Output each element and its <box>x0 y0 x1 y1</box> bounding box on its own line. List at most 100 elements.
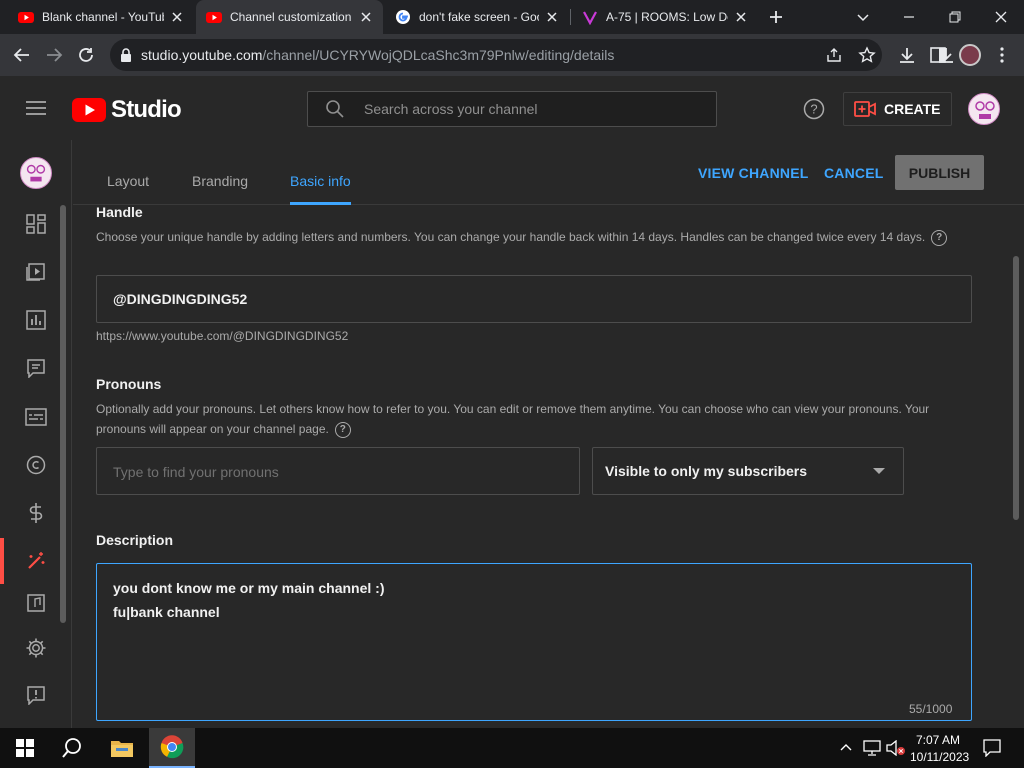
rail-scrollbar[interactable] <box>60 205 66 623</box>
copyright-icon <box>26 455 46 475</box>
reload-icon <box>79 48 93 62</box>
active-tab-indicator <box>290 202 351 205</box>
account-avatar[interactable] <box>968 93 1000 125</box>
share-icon[interactable] <box>826 47 842 63</box>
comment-icon <box>27 359 45 378</box>
tab-divider <box>570 9 571 25</box>
hamburger-menu-icon[interactable] <box>25 100 47 116</box>
tab-layout[interactable]: Layout <box>107 173 149 189</box>
search-icon <box>326 100 344 118</box>
browser-tab-google-search[interactable]: don't fake screen - Goo <box>385 0 569 34</box>
close-icon <box>995 11 1007 23</box>
pronouns-placeholder: Type to find your pronouns <box>113 464 279 480</box>
description-line-1: you dont know me or my main channel :) <box>113 580 385 596</box>
profile-avatar[interactable] <box>959 44 981 66</box>
new-tab-button[interactable] <box>754 0 798 34</box>
handle-value[interactable]: @DINGDINGDING52 <box>113 291 247 307</box>
handle-help-icon[interactable]: ? <box>931 229 948 246</box>
plus-icon <box>770 11 782 23</box>
file-explorer-button[interactable] <box>99 728 145 768</box>
reload-button[interactable] <box>70 39 102 71</box>
arrow-right-icon <box>47 48 63 62</box>
view-channel-button[interactable]: VIEW CHANNEL <box>698 165 809 181</box>
more-vert-icon[interactable] <box>998 46 1006 64</box>
create-label: CREATE <box>884 101 941 117</box>
browser-tab-title: don't fake screen - Goo <box>419 10 539 24</box>
chevron-up-icon[interactable] <box>840 742 852 754</box>
search-icon <box>62 738 81 758</box>
pronouns-help-icon[interactable]: ? <box>334 421 351 438</box>
pronouns-visibility-value: Visible to only my subscribers <box>605 463 808 479</box>
rail-item-settings[interactable] <box>0 625 72 671</box>
tab-branding[interactable]: Branding <box>192 173 248 189</box>
description-title: Description <box>96 532 174 548</box>
close-icon[interactable] <box>734 10 748 24</box>
close-icon[interactable] <box>359 10 373 24</box>
download-icon[interactable] <box>898 46 916 64</box>
restore-icon <box>949 11 961 23</box>
description-line-2: fu|bank channel <box>113 604 220 620</box>
restore-button[interactable] <box>932 0 978 34</box>
minimize-button[interactable] <box>886 0 932 34</box>
youtube-icon <box>206 12 222 23</box>
tab-search-button[interactable] <box>840 0 886 34</box>
folder-icon <box>111 741 133 757</box>
browser-tab-title: Blank channel - YouTub <box>42 10 164 24</box>
pronouns-helper-text: Optionally add your pronouns. Let others… <box>96 402 930 436</box>
publish-button[interactable]: PUBLISH <box>895 155 984 190</box>
chrome-taskbar-button[interactable] <box>149 728 195 768</box>
help-icon[interactable]: ? <box>803 98 825 120</box>
close-icon[interactable] <box>545 10 559 24</box>
forward-button[interactable] <box>38 39 70 71</box>
gear-icon <box>26 638 46 658</box>
svg-text:?: ? <box>810 102 817 117</box>
chevron-down-icon <box>857 14 869 22</box>
browser-tab-rooms[interactable]: A-75 | ROOMS: Low De <box>572 0 758 34</box>
star-icon[interactable] <box>858 46 876 64</box>
volume-muted-icon[interactable] <box>886 740 906 756</box>
channel-avatar[interactable] <box>20 157 52 189</box>
browser-tab-title: A-75 | ROOMS: Low De <box>606 10 728 24</box>
cancel-button[interactable]: CANCEL <box>824 165 884 181</box>
rail-item-feedback[interactable] <box>0 672 72 718</box>
close-icon[interactable] <box>170 10 184 24</box>
url-domain: studio.youtube.com <box>141 47 263 63</box>
search-placeholder: Search across your channel <box>364 101 538 117</box>
pronouns-title: Pronouns <box>96 376 162 392</box>
youtube-icon <box>18 12 34 23</box>
windows-icon <box>16 739 34 757</box>
clock-time[interactable]: 7:07 AM <box>916 733 960 747</box>
url-text[interactable]: studio.youtube.com/channel/UCYRYWojQDLca… <box>141 47 614 63</box>
lock-icon[interactable] <box>120 48 132 62</box>
browser-tab-channel-customization[interactable]: Channel customization <box>196 0 383 34</box>
clock-date[interactable]: 10/11/2023 <box>910 750 969 764</box>
magic-wand-icon <box>28 552 45 569</box>
back-button[interactable] <box>6 39 38 71</box>
site-icon <box>583 11 597 25</box>
tab-basic-info[interactable]: Basic info <box>290 173 351 189</box>
analytics-icon <box>26 310 46 330</box>
subtitles-icon <box>25 408 47 426</box>
handle-title: Handle <box>96 204 143 220</box>
handle-url: https://www.youtube.com/@DINGDINGDING52 <box>96 329 349 343</box>
url-path: /channel/UCYRYWojQDLcaShc3m79Pnlw/editin… <box>262 47 615 63</box>
browser-tab-blank-channel[interactable]: Blank channel - YouTub <box>8 0 194 34</box>
create-button[interactable]: CREATE <box>843 92 952 126</box>
browser-tab-title: Channel customization <box>230 10 352 24</box>
handle-helper: Choose your unique handle by adding lett… <box>96 227 976 247</box>
network-icon[interactable] <box>863 740 881 756</box>
feedback-icon <box>27 686 45 705</box>
dollar-icon <box>29 503 43 523</box>
side-panel-icon[interactable] <box>930 47 946 63</box>
close-window-button[interactable] <box>978 0 1024 34</box>
start-button[interactable] <box>2 728 48 768</box>
browser-tab-bar: Blank channel - YouTub Channel customiza… <box>0 0 1024 34</box>
chrome-icon <box>160 735 184 759</box>
pronouns-helper: Optionally add your pronouns. Let others… <box>96 399 976 439</box>
studio-logo[interactable]: Studio <box>72 96 182 124</box>
notification-icon[interactable] <box>983 739 1001 757</box>
handle-helper-text: Choose your unique handle by adding lett… <box>96 230 926 244</box>
taskbar-search-button[interactable] <box>49 728 95 768</box>
dropdown-arrow-icon[interactable] <box>872 467 886 475</box>
content-scrollbar[interactable] <box>1013 256 1019 520</box>
